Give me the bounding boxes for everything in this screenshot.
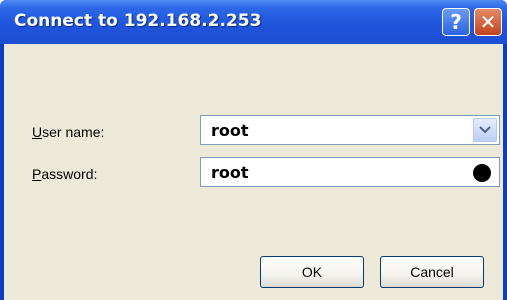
password-label-accelerator: P [32,166,42,182]
username-label-text: ser name: [42,124,105,140]
username-combobox[interactable]: root [200,115,500,145]
username-value: root [211,121,249,140]
dialog-body: User name: root Password: root OK Cancel [4,44,503,300]
password-value: root [211,163,249,182]
close-icon: ✕ [479,10,497,34]
connect-dialog: Connect to 192.168.2.253 ? ✕ User name: … [0,0,507,300]
password-label-text: assword: [41,166,98,182]
window-title: Connect to 192.168.2.253 [14,11,262,31]
username-label: User name: [32,124,104,140]
password-label: Password: [32,166,97,182]
cancel-button[interactable]: Cancel [380,256,484,288]
ok-button[interactable]: OK [260,256,364,288]
title-bar[interactable]: Connect to 192.168.2.253 ? ✕ [0,0,507,44]
question-mark-icon: ? [450,10,462,34]
black-dot-icon [473,164,491,182]
password-field[interactable]: root [200,157,500,187]
close-button[interactable]: ✕ [474,8,502,36]
chevron-down-icon [479,126,491,134]
username-label-accelerator: U [32,124,43,140]
help-button[interactable]: ? [442,8,470,36]
username-dropdown-button[interactable] [473,118,497,142]
